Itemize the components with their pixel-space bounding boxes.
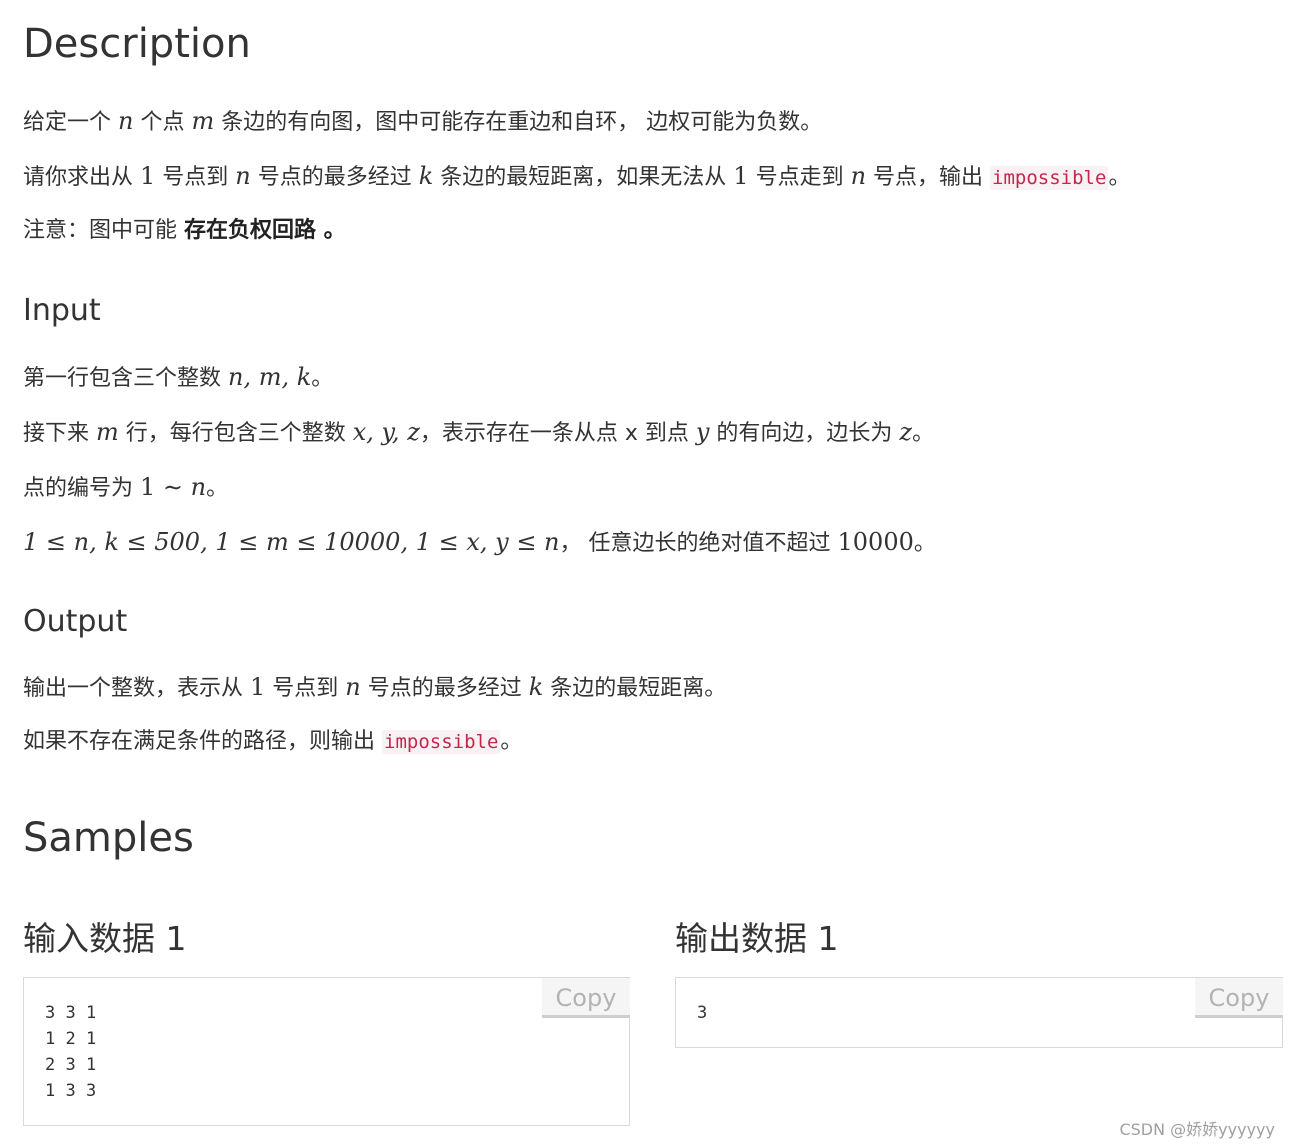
text: 如果不存在满足条件的路径，则输出 — [23, 729, 382, 754]
text: 。 — [500, 729, 523, 754]
sample-output-box: 3 Copy — [675, 977, 1283, 1048]
math-y: y — [695, 418, 710, 446]
text: ， 任意边长的绝对值不超过 — [559, 531, 838, 556]
math-m: m — [96, 418, 119, 446]
text: 号点到 — [265, 676, 346, 701]
math-k: k — [418, 162, 434, 190]
sample-output-title: 输出数据 1 — [675, 919, 839, 958]
input-paragraph-1: 第一行包含三个整数 n, m, k。 — [23, 362, 333, 394]
samples-heading: Samples — [23, 815, 194, 861]
text: 注意：图中可能 — [23, 218, 184, 243]
text: 。 — [206, 476, 229, 501]
copy-input-button[interactable]: Copy — [542, 978, 630, 1018]
inline-code-impossible: impossible — [382, 730, 501, 754]
math-one: 1 — [250, 673, 266, 701]
math-limit: 10000 — [837, 528, 914, 556]
text: 号点的最多经过 — [360, 676, 529, 701]
copy-output-button[interactable]: Copy — [1195, 978, 1283, 1018]
sample-input-box: 3 3 1 1 2 1 2 3 1 1 3 3 Copy — [23, 977, 630, 1126]
math-z: z — [899, 418, 913, 446]
description-paragraph-2: 请你求出从 1 号点到 n 号点的最多经过 k 条边的最短距离，如果无法从 1 … — [23, 161, 1130, 193]
bold-warning: 存在负权回路 。 — [184, 218, 346, 243]
text: 点的编号为 — [23, 476, 140, 501]
text: 。 — [912, 421, 935, 446]
text: 条边的最短距离，如果无法从 — [433, 165, 734, 190]
text: 的有向边，边长为 — [709, 421, 900, 446]
input-paragraph-4: 1 ≤ n, k ≤ 500, 1 ≤ m ≤ 10000, 1 ≤ x, y … — [23, 527, 936, 559]
math-m: m — [191, 107, 215, 135]
sample-input-title: 输入数据 1 — [23, 919, 187, 958]
output-heading: Output — [23, 604, 128, 639]
math-n: n — [118, 107, 134, 135]
text: 给定一个 — [23, 110, 118, 135]
math-n: n — [235, 162, 251, 190]
math-constraints: 1 ≤ n, k ≤ 500, 1 ≤ m ≤ 10000, 1 ≤ x, y … — [23, 528, 560, 556]
input-paragraph-3: 点的编号为 1 ∼ n。 — [23, 472, 228, 504]
math-k: k — [528, 673, 544, 701]
inline-code-impossible: impossible — [990, 166, 1109, 190]
math-nmk: n, m, k — [228, 363, 312, 391]
text: 号点的最多经过 — [250, 165, 419, 190]
math-xyz: x, y, z — [352, 418, 420, 446]
text: 。 — [1108, 165, 1131, 190]
sample-input-content: 3 3 1 1 2 1 2 3 1 1 3 3 — [45, 1003, 97, 1101]
math-one: 1 — [140, 162, 156, 190]
text: 输出一个整数，表示从 — [23, 676, 250, 701]
input-paragraph-2: 接下来 m 行，每行包含三个整数 x, y, z，表示存在一条从点 x 到点 y… — [23, 417, 934, 449]
problem-page: Description 给定一个 n 个点 m 条边的有向图，图中可能存在重边和… — [0, 0, 1289, 1147]
text: 第一行包含三个整数 — [23, 366, 228, 391]
csdn-watermark: CSDN @娇娇yyyyyy — [1119, 1120, 1275, 1139]
math-n: n — [850, 162, 867, 190]
text: 。 — [311, 366, 334, 391]
text: 号点到 — [155, 165, 236, 190]
output-paragraph-2: 如果不存在满足条件的路径，则输出 impossible。 — [23, 727, 522, 757]
text: 号点，输出 — [866, 165, 991, 190]
description-heading: Description — [23, 21, 251, 67]
text: 条边的有向图，图中可能存在重边和自环， 边权可能为负数。 — [214, 110, 823, 135]
text: 个点 — [133, 110, 192, 135]
math-n: n — [190, 473, 207, 501]
math-range: 1 ∼ — [140, 473, 191, 501]
text: 接下来 — [23, 421, 96, 446]
description-paragraph-1: 给定一个 n 个点 m 条边的有向图，图中可能存在重边和自环， 边权可能为负数。 — [23, 106, 822, 138]
math-one: 1 — [733, 162, 749, 190]
sample-output-content: 3 — [697, 1003, 708, 1023]
output-paragraph-1: 输出一个整数，表示从 1 号点到 n 号点的最多经过 k 条边的最短距离。 — [23, 672, 726, 704]
text: 行，每行包含三个整数 — [118, 421, 353, 446]
text: 号点走到 — [748, 165, 851, 190]
math-n: n — [345, 673, 361, 701]
text: 请你求出从 — [23, 165, 140, 190]
text: 。 — [913, 531, 936, 556]
description-paragraph-3: 注意：图中可能 存在负权回路 。 — [23, 216, 346, 246]
input-heading: Input — [23, 293, 101, 328]
text: ，表示存在一条从点 x 到点 — [419, 421, 696, 446]
text: 条边的最短距离。 — [543, 676, 727, 701]
